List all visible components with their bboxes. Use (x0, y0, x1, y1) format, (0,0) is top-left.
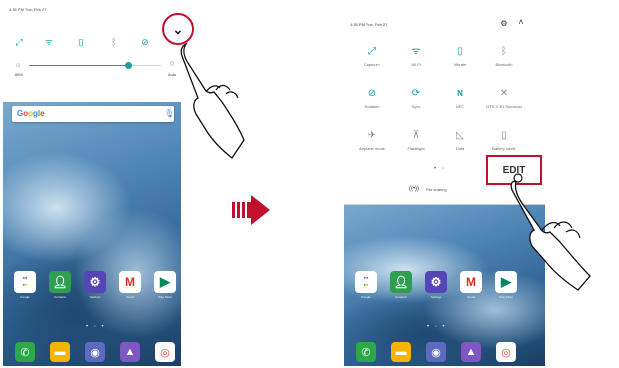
vibrate-icon[interactable]: ▯ (75, 38, 87, 47)
app-label: Play Store (158, 295, 172, 299)
gmail-icon[interactable]: M (460, 271, 482, 293)
tile-label: DTS:X 3D Surround (486, 104, 522, 109)
tile-wifi[interactable]: ᯤ Wi-Fi (394, 46, 438, 67)
brightness-icon: ☼ (14, 60, 22, 69)
pointing-hand-icon (180, 42, 245, 159)
tile-vibrate[interactable]: ▯ Vibrate (438, 46, 482, 67)
brightness-value: 88% (15, 72, 24, 77)
chrome-icon[interactable]: ◎ (496, 342, 516, 362)
google-folder-icon[interactable]: ▪▪ ▪▪ (355, 271, 377, 293)
brightness-fill (29, 65, 128, 66)
gallery-icon[interactable]: ▲ (120, 342, 140, 362)
tile-label: Sync (411, 104, 421, 109)
tile-nfc[interactable]: N NFC (438, 88, 482, 109)
chevron-up-icon[interactable]: ˄ (516, 18, 526, 27)
tile-data[interactable]: ◺ Data (438, 130, 482, 151)
tile-label: Data (455, 146, 465, 151)
camera-icon[interactable]: ◉ (426, 342, 446, 362)
tile-label: Capture+ (363, 62, 381, 67)
phone-screen-before: 4:35 PM Tue, Feb 27 ⤢ ᯤ ▯ ᛒ ⊘ ☼ 88% ○ Au… (3, 2, 181, 366)
tile-label: Flashlight (407, 146, 425, 151)
status-time-date: 4:35 PM Tue, Feb 27 (350, 22, 388, 27)
tile-label: Wi-Fi (411, 62, 421, 67)
phone-icon[interactable]: ✆ (15, 342, 35, 362)
tile-bluetooth[interactable]: ᛒ Bluetooth (482, 46, 526, 67)
google-folder-icon[interactable]: ▪▪ ▪▪ (14, 271, 36, 293)
tile-sync[interactable]: ⟳ Sync (394, 88, 438, 109)
app-label: Settings (430, 295, 442, 299)
app-label: Gmail (126, 295, 134, 299)
settings-icon[interactable]: ⚙ (425, 271, 447, 293)
google-search-bar[interactable]: Google 🎙︎ (12, 106, 174, 122)
tile-flashlight[interactable]: ⊼ Flashlight (394, 130, 438, 151)
messages-icon[interactable]: ▬ (391, 342, 411, 362)
app-label: Gmail (467, 295, 475, 299)
file-sharing-icon[interactable]: ((•)) (408, 185, 420, 194)
tile-label: Vibrate (453, 62, 467, 67)
microphone-icon[interactable]: 🎙︎ (164, 109, 174, 118)
play-store-icon[interactable]: ▶ (154, 271, 176, 293)
chrome-icon[interactable]: ◎ (155, 342, 175, 362)
pointing-hand-icon (510, 173, 591, 291)
panel-page-indicator: • ◦ (434, 166, 446, 172)
battery-saver-icon: ▯ (501, 130, 507, 141)
tile-airplane-mode[interactable]: ✈ Airplane mode (350, 130, 394, 151)
tile-battery-saver[interactable]: ▯ Battery saver (482, 130, 526, 151)
tile-capture-plus[interactable]: ⤢ Capture+ (350, 46, 394, 67)
capture-plus-icon: ⤢ (368, 46, 376, 57)
wifi-icon[interactable]: ᯤ (43, 38, 55, 47)
app-label: Contacts (54, 295, 66, 299)
tile-label: Battery saver (492, 146, 516, 151)
messages-icon[interactable]: ▬ (50, 342, 70, 362)
file-sharing-label[interactable]: File sharing (426, 187, 447, 192)
bluetooth-icon[interactable]: ᛒ (108, 38, 120, 47)
status-time-date: 4:35 PM Tue, Feb 27 (9, 7, 47, 12)
gmail-icon[interactable]: M (119, 271, 141, 293)
nfc-icon: N (457, 89, 463, 98)
gallery-icon[interactable]: ▲ (461, 342, 481, 362)
bluetooth-icon: ᛒ (501, 46, 507, 57)
contacts-icon[interactable]: 👤︎ (49, 271, 71, 293)
app-label: Play Store (499, 295, 513, 299)
chevron-down-icon[interactable]: ⌄ (173, 23, 184, 36)
vibrate-icon: ▯ (457, 46, 463, 57)
page-indicator: • ◦ • (86, 324, 106, 330)
app-label: Settings (89, 295, 101, 299)
settings-gear-icon[interactable]: ⚙ (499, 19, 509, 28)
surround-icon: ✕ (499, 88, 509, 99)
airplane-icon: ✈ (367, 130, 377, 141)
tile-label: NFC (455, 104, 465, 109)
tile-label: Rotation (364, 104, 380, 109)
data-icon: ◺ (456, 130, 464, 141)
tile-rotation[interactable]: ⊘ Rotation (350, 88, 394, 109)
right-arrow-icon (232, 195, 270, 225)
rotation-icon[interactable]: ⊘ (139, 38, 151, 47)
contacts-icon[interactable]: 👤︎ (390, 271, 412, 293)
auto-brightness-label: Auto (168, 72, 177, 77)
app-label: Google (20, 295, 30, 299)
rotation-icon: ⊘ (367, 88, 377, 99)
tile-surround[interactable]: ✕ DTS:X 3D Surround (482, 88, 526, 109)
wifi-icon: ᯤ (411, 46, 421, 57)
sync-icon: ⟳ (411, 88, 421, 99)
flashlight-icon: ⊼ (412, 130, 420, 141)
camera-icon[interactable]: ◉ (85, 342, 105, 362)
page-indicator: • ◦ • (427, 324, 447, 330)
tile-label: Airplane mode (359, 146, 385, 151)
phone-icon[interactable]: ✆ (356, 342, 376, 362)
google-logo: Google (17, 109, 45, 118)
app-label: Google (361, 295, 371, 299)
settings-icon[interactable]: ⚙ (84, 271, 106, 293)
brightness-slider-knob[interactable] (124, 62, 132, 69)
app-label: Contacts (395, 295, 407, 299)
screen-capture-icon[interactable]: ⤢ (13, 38, 25, 47)
tile-label: Bluetooth (495, 62, 513, 67)
